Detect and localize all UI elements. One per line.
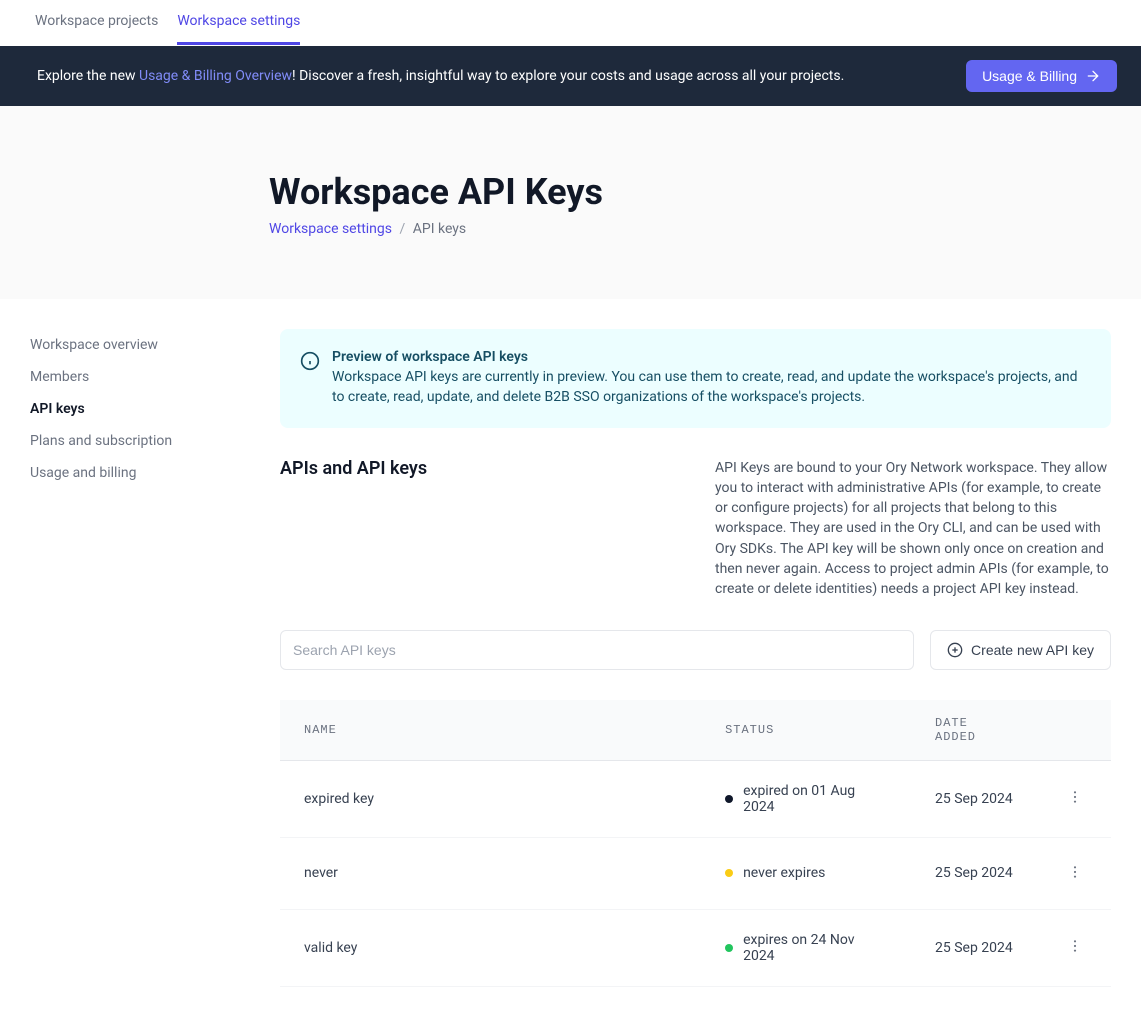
page-title: Workspace API Keys — [269, 171, 1141, 213]
row-actions-button[interactable] — [1063, 934, 1087, 961]
plus-circle-icon — [947, 642, 963, 658]
row-actions-button[interactable] — [1063, 860, 1087, 887]
kebab-icon — [1067, 864, 1083, 880]
section-heading: APIs and API keys — [280, 458, 655, 600]
info-desc: Workspace API keys are currently in prev… — [332, 367, 1091, 408]
api-keys-table: NAME STATUS DATE ADDED expired key expir… — [280, 700, 1111, 987]
arrow-right-icon — [1085, 68, 1101, 84]
key-status-cell: expires on 24 Nov 2024 — [701, 909, 911, 986]
breadcrumb: Workspace settings / API keys — [269, 221, 1141, 237]
section-desc: API Keys are bound to your Ory Network w… — [715, 458, 1111, 600]
banner-suffix: ! Discover a fresh, insightful way to ex… — [292, 68, 844, 84]
sidebar-item-usage[interactable]: Usage and billing — [30, 457, 240, 489]
info-title: Preview of workspace API keys — [332, 349, 1091, 365]
search-create-row: Create new API key — [280, 630, 1111, 670]
page-header: Workspace API Keys Workspace settings / … — [0, 106, 1141, 299]
key-status: expires on 24 Nov 2024 — [743, 932, 887, 964]
banner-link[interactable]: Usage & Billing Overview — [139, 68, 292, 84]
tab-workspace-settings[interactable]: Workspace settings — [177, 0, 300, 45]
sidebar: Workspace overview Members API keys Plan… — [30, 329, 240, 987]
kebab-icon — [1067, 789, 1083, 805]
search-input[interactable] — [280, 630, 914, 670]
content: Preview of workspace API keys Workspace … — [280, 329, 1111, 987]
key-date: 25 Sep 2024 — [911, 837, 1039, 909]
table-row: valid key expires on 24 Nov 2024 25 Sep … — [280, 909, 1111, 986]
create-button-label: Create new API key — [971, 642, 1094, 658]
key-status: expired on 01 Aug 2024 — [743, 783, 887, 815]
breadcrumb-current: API keys — [413, 221, 466, 237]
section-header: APIs and API keys API Keys are bound to … — [280, 458, 1111, 600]
table-header-name: NAME — [280, 700, 701, 761]
create-api-key-button[interactable]: Create new API key — [930, 630, 1111, 670]
promo-banner: Explore the new Usage & Billing Overview… — [0, 46, 1141, 106]
key-date: 25 Sep 2024 — [911, 760, 1039, 837]
info-icon — [300, 351, 320, 371]
status-dot-icon — [725, 944, 733, 952]
key-status-cell: expired on 01 Aug 2024 — [701, 760, 911, 837]
sidebar-item-api-keys[interactable]: API keys — [30, 393, 240, 425]
key-name: expired key — [280, 760, 701, 837]
breadcrumb-separator: / — [399, 221, 405, 237]
row-actions-button[interactable] — [1063, 785, 1087, 812]
key-name: valid key — [280, 909, 701, 986]
kebab-icon — [1067, 938, 1083, 954]
banner-button-label: Usage & Billing — [982, 68, 1077, 84]
table-row: never never expires 25 Sep 2024 — [280, 837, 1111, 909]
info-box: Preview of workspace API keys Workspace … — [280, 329, 1111, 428]
breadcrumb-link[interactable]: Workspace settings — [269, 221, 392, 237]
key-status: never expires — [743, 865, 825, 881]
key-name: never — [280, 837, 701, 909]
status-dot-icon — [725, 795, 733, 803]
table-header-actions — [1039, 700, 1111, 761]
table-header-status: STATUS — [701, 700, 911, 761]
status-dot-icon — [725, 869, 733, 877]
tab-workspace-projects[interactable]: Workspace projects — [35, 0, 158, 45]
sidebar-item-members[interactable]: Members — [30, 361, 240, 393]
banner-prefix: Explore the new — [37, 68, 139, 84]
info-content: Preview of workspace API keys Workspace … — [332, 349, 1091, 408]
main-container: Workspace overview Members API keys Plan… — [0, 299, 1141, 1017]
table-row: expired key expired on 01 Aug 2024 25 Se… — [280, 760, 1111, 837]
key-date: 25 Sep 2024 — [911, 909, 1039, 986]
sidebar-item-overview[interactable]: Workspace overview — [30, 329, 240, 361]
table-header-date: DATE ADDED — [911, 700, 1039, 761]
top-tabs: Workspace projects Workspace settings — [0, 0, 1141, 46]
banner-text: Explore the new Usage & Billing Overview… — [37, 68, 844, 84]
key-status-cell: never expires — [701, 837, 911, 909]
usage-billing-button[interactable]: Usage & Billing — [966, 60, 1117, 92]
sidebar-item-plans[interactable]: Plans and subscription — [30, 425, 240, 457]
